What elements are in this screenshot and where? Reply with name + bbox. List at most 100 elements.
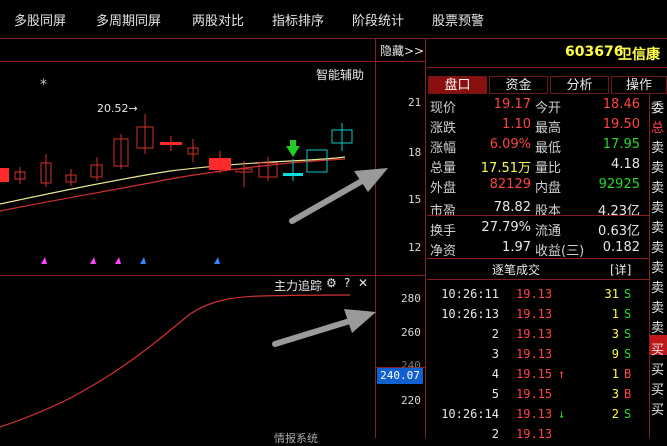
help-icon[interactable]: ? <box>344 276 350 290</box>
trade-side: B <box>624 367 632 381</box>
quote-value: 19.50 <box>602 117 640 132</box>
order-book-label: 卖 <box>651 321 665 336</box>
quote-label: 涨幅 <box>430 141 457 156</box>
tab-operation[interactable]: 操作 <box>611 76 667 94</box>
trade-side: S <box>624 307 632 321</box>
quote-value: 19.17 <box>493 97 531 112</box>
tab-pankou[interactable]: 盘口 <box>428 76 487 94</box>
order-book-label: 买 <box>651 403 665 418</box>
candle <box>209 158 231 170</box>
quote-label: 最高 <box>535 121 562 136</box>
quote-value: 1.10 <box>502 117 531 132</box>
trade-time: 3 <box>491 347 499 361</box>
quote-value: 18.46 <box>602 97 640 112</box>
trade-time: 10:26:14 <box>441 407 499 421</box>
marker-magenta <box>90 257 96 264</box>
trade-price: 19.13 <box>516 347 553 361</box>
order-book-label: 委 <box>651 101 665 116</box>
quote-value: 4.18 <box>611 157 640 172</box>
quote-label: 现价 <box>430 101 457 116</box>
current-sub-value-tag: 240.07 <box>377 368 423 384</box>
trades-title: 逐笔成交 <box>492 263 541 277</box>
y-sub-tick-220: 220 <box>401 394 421 407</box>
trade-price: 19.15 <box>516 367 553 381</box>
order-book-label: 卖 <box>651 241 665 256</box>
quote-info-panel: 603676 卫信康 盘口 资金 分析 操作 现价 19.17 今开 18.46 涨跌 1… <box>427 39 667 441</box>
menu-indicator-sort[interactable]: 指标排序 <box>272 10 324 29</box>
quote-label: 净资 <box>430 244 457 259</box>
trade-volume: 1 <box>611 307 619 321</box>
quote-value: 92925 <box>598 177 640 192</box>
quote-label: 内盘 <box>535 181 562 196</box>
quote-value: 1.97 <box>502 240 531 255</box>
order-book-label: 卖 <box>651 221 665 236</box>
trade-arrow: ↓ <box>558 407 566 421</box>
order-book-label: 卖 <box>651 161 665 176</box>
order-book-label: 卖 <box>651 301 665 316</box>
candle <box>0 168 9 182</box>
settings-gear-icon[interactable]: ⚙ <box>326 276 337 290</box>
trade-volume: 1 <box>611 367 619 381</box>
bottom-indicator-label[interactable]: 情报系统 <box>274 430 318 446</box>
quote-value: 4.23亿 <box>598 204 640 219</box>
quote-value: 78.82 <box>493 200 531 215</box>
indicator-sub-label[interactable]: 主力追踪 <box>274 277 322 294</box>
trade-volume: 2 <box>611 407 619 421</box>
trade-volume: 31 <box>604 287 619 301</box>
trades-sep <box>427 279 649 280</box>
marker-blue <box>140 257 146 264</box>
order-book-label: 买 <box>651 383 665 398</box>
kline-svg <box>0 114 388 428</box>
trade-volume: 9 <box>611 347 619 361</box>
trade-time: 5 <box>491 387 499 401</box>
trade-side: S <box>624 347 632 361</box>
trade-price: 19.13 <box>516 327 553 341</box>
trade-time: 2 <box>491 427 499 441</box>
quote-label: 流通 <box>535 224 562 239</box>
menu-multi-period[interactable]: 多周期同屏 <box>96 10 161 29</box>
trade-side: S <box>624 407 632 421</box>
quote-value: 17.51万 <box>480 161 531 176</box>
quote-value: 0.182 <box>602 240 640 255</box>
quote-value: 82129 <box>489 177 531 192</box>
kline-chart-panel[interactable]: 隐藏>> 智能辅助 * 20.52→ 21 18 15 12 主力追踪 ⚙ ? … <box>0 39 426 445</box>
trade-side: S <box>624 327 632 341</box>
quote-label: 收益(三) <box>535 244 585 259</box>
candle <box>160 142 182 145</box>
trade-side: S <box>624 287 632 301</box>
order-book-label: 卖 <box>651 201 665 216</box>
trade-time: 10:26:11 <box>441 287 499 301</box>
order-book-label: 卖 <box>651 141 665 156</box>
trade-volume: 3 <box>611 387 619 401</box>
quote-label: 总量 <box>430 161 457 176</box>
menu-multi-stock[interactable]: 多股同屏 <box>14 10 66 29</box>
order-book-label: 买 <box>651 343 665 358</box>
trade-time: 4 <box>491 367 499 381</box>
quote-value: 6.09% <box>489 137 531 152</box>
quote-value: 0.63亿 <box>598 224 640 239</box>
marker-magenta <box>41 257 47 264</box>
menu-stock-alert[interactable]: 股票预警 <box>432 10 484 29</box>
order-book-label: 买 <box>651 363 665 378</box>
trades-detail-button[interactable]: [详] <box>610 261 631 278</box>
sell-signal-stem <box>290 140 296 146</box>
menu-compare[interactable]: 两股对比 <box>192 10 244 29</box>
annotation-arrow-sub <box>272 318 353 347</box>
tab-capital[interactable]: 资金 <box>489 76 548 94</box>
trade-volume: 3 <box>611 327 619 341</box>
order-book-label: 总 <box>651 121 665 136</box>
trade-time: 2 <box>491 327 499 341</box>
quote-label: 最低 <box>535 141 562 156</box>
tab-analysis[interactable]: 分析 <box>550 76 609 94</box>
top-menu-bar: 多股同屏 多周期同屏 两股对比 指标排序 阶段统计 股票预警 <box>0 0 667 39</box>
marker-blue <box>214 257 220 264</box>
marker-magenta <box>115 257 121 264</box>
annotation-arrow-main <box>289 178 365 224</box>
trade-price: 19.13 <box>516 287 553 301</box>
quote-label: 外盘 <box>430 181 457 196</box>
menu-stage-stats[interactable]: 阶段统计 <box>352 10 404 29</box>
close-icon[interactable]: ✕ <box>358 276 368 290</box>
annotation-arrowhead-sub <box>344 309 376 333</box>
quote-label: 今开 <box>535 101 562 116</box>
y-sub-tick-260: 260 <box>401 326 421 339</box>
